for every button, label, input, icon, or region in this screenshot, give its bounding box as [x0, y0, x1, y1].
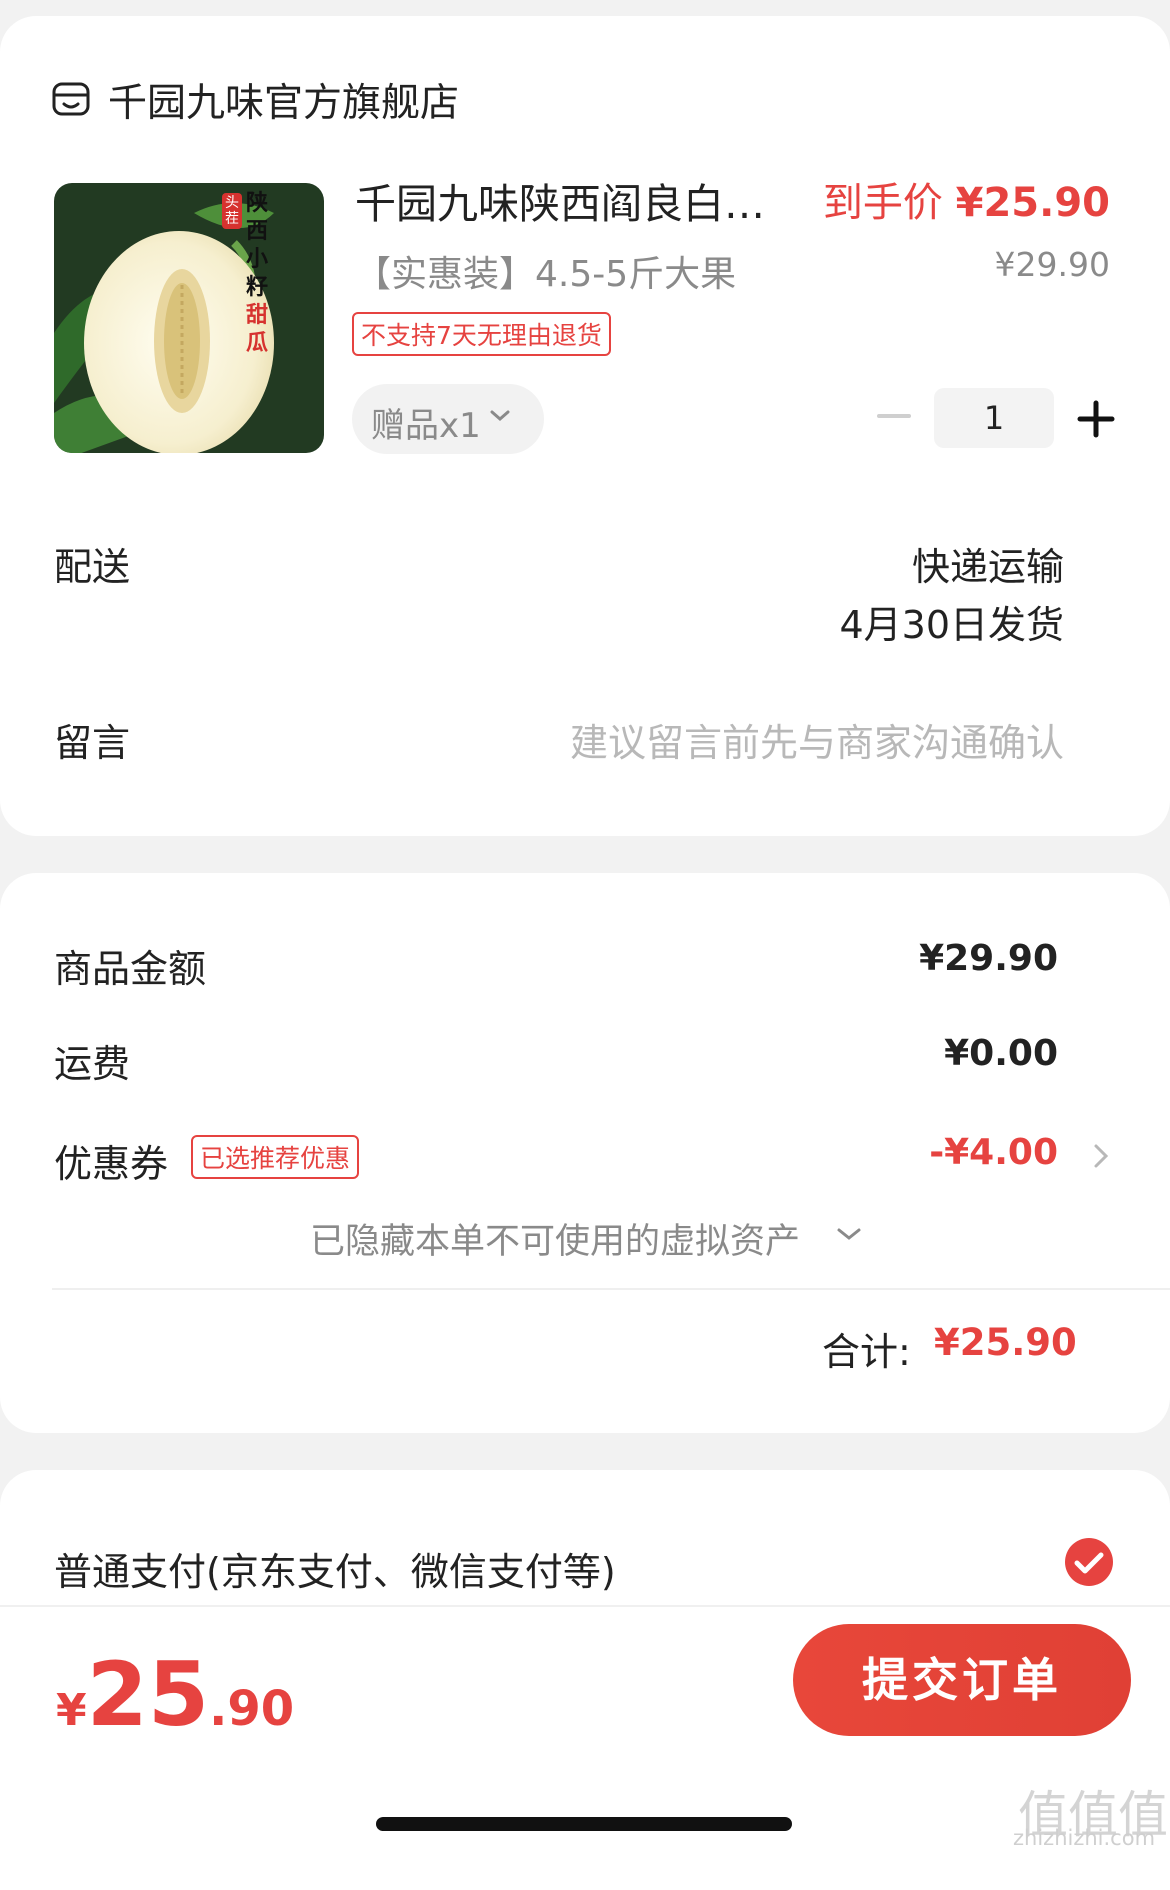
note-label: 留言 [54, 721, 131, 765]
increase-quantity-button[interactable] [1074, 397, 1118, 441]
shipping-fee-label: 运费 [54, 1042, 131, 1086]
hidden-assets-toggle[interactable]: 已隐藏本单不可使用的虚拟资产 [310, 1213, 800, 1264]
thumb-char: 籽 [246, 274, 269, 300]
original-price: ¥29.90 [994, 245, 1110, 284]
payment-method-label[interactable]: 普通支付(京东支付、微信支付等) [54, 1541, 616, 1596]
coupon-label: 优惠券 [54, 1142, 169, 1186]
delivery-date[interactable]: 4月30日发货 [839, 594, 1064, 649]
chevron-right-icon[interactable] [1090, 1140, 1112, 1172]
thumb-title: 陕 西 小 籽 甜 瓜 [246, 189, 276, 357]
total-value: ¥25.90 [934, 1321, 1077, 1364]
chevron-down-icon [490, 410, 510, 421]
product-image[interactable]: 头茬 陕 西 小 籽 甜 瓜 [54, 183, 324, 453]
gift-dropdown[interactable]: 赠品x1 [352, 384, 544, 454]
decrease-quantity-button[interactable] [877, 414, 911, 418]
payable-amount: ¥25.90 [56, 1643, 294, 1746]
quantity-input[interactable]: 1 [934, 388, 1054, 448]
delivery-label: 配送 [54, 545, 131, 589]
thumb-char: 陕 [246, 190, 269, 216]
product-spec[interactable]: 【实惠装】4.5-5斤大果 [355, 245, 736, 297]
product-title[interactable]: 千园九味陕西阎良白… [355, 170, 765, 230]
store-icon[interactable] [52, 80, 90, 118]
thumb-char: 甜 [246, 302, 269, 328]
payable-integer: 25 [86, 1643, 210, 1746]
deal-price-value: ¥25.90 [955, 180, 1110, 226]
thumb-tag: 头茬 [222, 193, 242, 229]
chevron-down-icon[interactable] [834, 1221, 864, 1247]
payable-decimal: .90 [209, 1681, 295, 1737]
watermark-url: zhizhizhi.com [1013, 1826, 1156, 1850]
goods-amount-value: ¥29.90 [919, 938, 1058, 979]
goods-amount-label: 商品金额 [54, 947, 207, 991]
divider [52, 1288, 1170, 1290]
check-circle-icon[interactable] [1064, 1537, 1114, 1587]
delivery-method[interactable]: 快递运输 [912, 536, 1064, 591]
home-indicator[interactable] [376, 1817, 792, 1831]
thumb-char: 西 [246, 218, 269, 244]
submit-order-button[interactable]: 提交订单 [793, 1624, 1131, 1736]
coupon-value[interactable]: -¥4.00 [929, 1132, 1058, 1173]
return-policy-badge: 不支持7天无理由退货 [352, 312, 611, 356]
note-input[interactable]: 建议留言前先与商家沟通确认 [570, 712, 1064, 767]
total-label: 合计: [822, 1330, 911, 1374]
coupon-selected-badge: 已选推荐优惠 [191, 1135, 360, 1179]
thumb-char: 瓜 [246, 330, 269, 356]
gift-label: 赠品x1 [371, 406, 481, 446]
deal-price-label: 到手价 [822, 180, 943, 226]
payable-currency: ¥ [56, 1685, 87, 1736]
store-name[interactable]: 千园九味官方旗舰店 [108, 72, 459, 128]
thumb-char: 小 [246, 246, 269, 272]
deal-price: 到手价 ¥25.90 [823, 170, 1110, 228]
shipping-fee-value: ¥0.00 [944, 1033, 1058, 1074]
